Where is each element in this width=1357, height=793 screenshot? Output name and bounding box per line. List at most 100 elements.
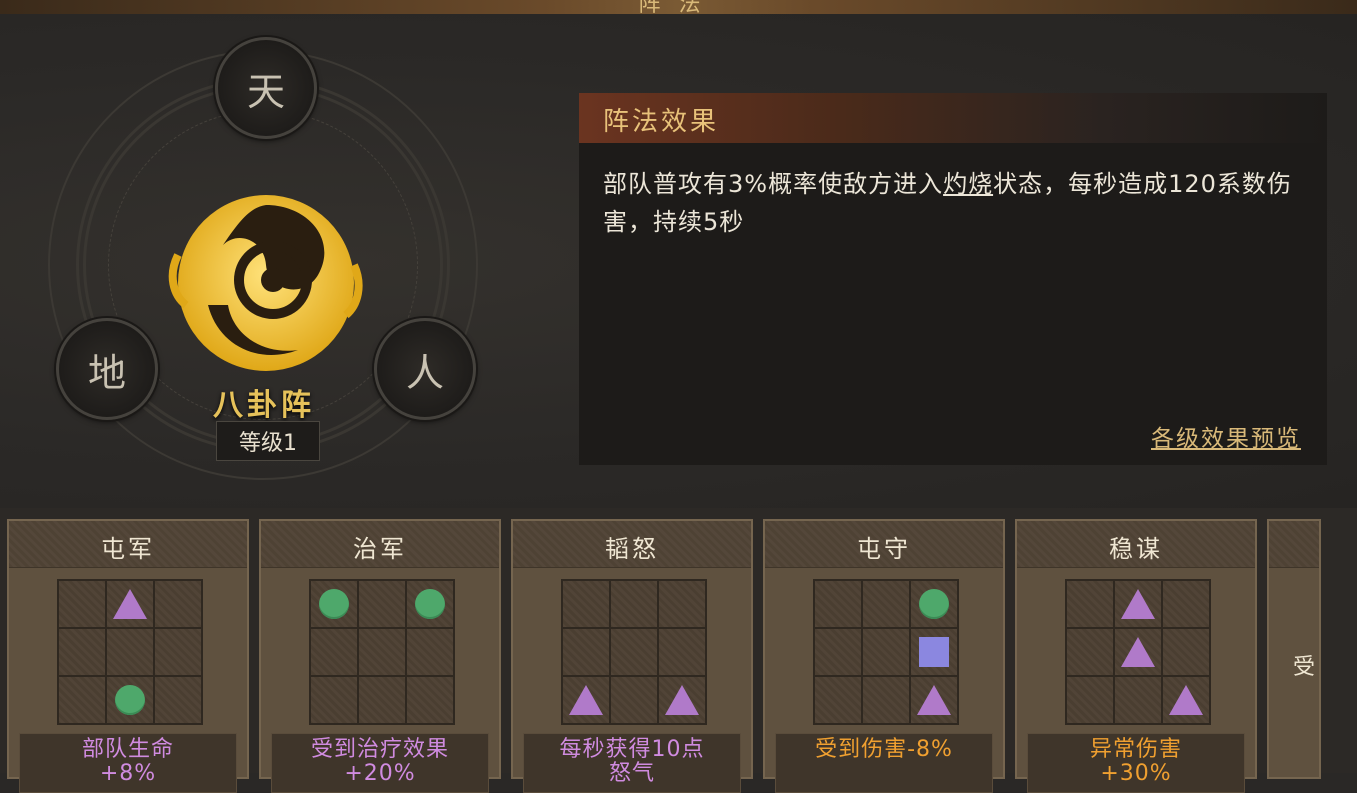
triangle-unit-icon bbox=[569, 685, 603, 715]
effect-panel: 阵法效果 部队普攻有3%概率使敌方进入灼烧状态，每秒造成120系数伤害，持续5秒… bbox=[579, 93, 1327, 465]
effect-description: 部队普攻有3%概率使敌方进入灼烧状态，每秒造成120系数伤害，持续5秒 bbox=[603, 165, 1303, 241]
grid-cell bbox=[610, 676, 658, 724]
partial-card-text: 受 bbox=[1293, 655, 1316, 680]
grid-cell bbox=[154, 676, 202, 724]
grid-cell bbox=[1162, 628, 1210, 676]
card-header: 稳谋 bbox=[1017, 521, 1255, 568]
top-title-bar: 阵法 bbox=[0, 0, 1357, 17]
triangle-unit-icon bbox=[113, 589, 147, 619]
bagua-emblem-icon bbox=[168, 195, 363, 371]
card-bonus: 受到伤害-8% bbox=[775, 733, 993, 793]
formation-card[interactable]: 屯军部队生命 +8% bbox=[7, 519, 249, 793]
burn-keyword-link[interactable]: 灼烧 bbox=[943, 170, 993, 198]
effect-header: 阵法效果 bbox=[579, 93, 1327, 143]
formation-grid bbox=[309, 579, 455, 725]
card-bonus: 部队生命 +8% bbox=[19, 733, 237, 793]
card-bonus: 每秒获得10点 怒气 bbox=[523, 733, 741, 793]
formation-card[interactable]: 稳谋异常伤害 +30% bbox=[1015, 519, 1257, 793]
grid-cell bbox=[358, 676, 406, 724]
triangle-unit-icon bbox=[1121, 589, 1155, 619]
effect-text-part1: 部队普攻有3%概率使敌方进入 bbox=[603, 170, 944, 198]
grid-cell bbox=[862, 580, 910, 628]
card-name: 屯守 bbox=[857, 535, 911, 563]
bonus-line: +30% bbox=[1100, 761, 1172, 786]
grid-cell bbox=[562, 628, 610, 676]
formation-card-partial[interactable]: 受 bbox=[1267, 519, 1321, 779]
card-name: 稳谋 bbox=[1109, 535, 1163, 563]
formation-grid bbox=[813, 579, 959, 725]
circle-unit-icon bbox=[115, 685, 145, 715]
grid-cell bbox=[154, 628, 202, 676]
grid-cell bbox=[1066, 676, 1114, 724]
grid-cell bbox=[1162, 676, 1210, 724]
grid-cell bbox=[358, 580, 406, 628]
grid-cell bbox=[1162, 580, 1210, 628]
formation-level: 等级1 bbox=[216, 421, 320, 461]
bonus-line: +20% bbox=[344, 761, 416, 786]
grid-cell bbox=[1066, 628, 1114, 676]
grid-cell bbox=[910, 580, 958, 628]
grid-cell bbox=[562, 676, 610, 724]
grid-cell bbox=[406, 676, 454, 724]
grid-cell bbox=[106, 580, 154, 628]
triangle-unit-icon bbox=[665, 685, 699, 715]
grid-cell bbox=[106, 628, 154, 676]
node-human[interactable]: 人 bbox=[374, 318, 476, 420]
grid-cell bbox=[58, 580, 106, 628]
node-earth[interactable]: 地 bbox=[56, 318, 158, 420]
grid-cell bbox=[658, 676, 706, 724]
bonus-line: 怒气 bbox=[608, 761, 655, 786]
formation-grid bbox=[57, 579, 203, 725]
node-heaven[interactable]: 天 bbox=[215, 37, 317, 139]
bonus-line: +8% bbox=[99, 761, 157, 786]
grid-cell bbox=[910, 676, 958, 724]
circle-unit-icon bbox=[919, 589, 949, 619]
level-preview-link[interactable]: 各级效果预览 bbox=[1151, 419, 1301, 453]
card-header: 治军 bbox=[261, 521, 499, 568]
triangle-unit-icon bbox=[1169, 685, 1203, 715]
card-name: 韬怒 bbox=[605, 535, 659, 563]
grid-cell bbox=[58, 628, 106, 676]
circle-unit-icon bbox=[415, 589, 445, 619]
grid-cell bbox=[310, 628, 358, 676]
grid-cell bbox=[658, 580, 706, 628]
grid-cell bbox=[1114, 628, 1162, 676]
grid-cell bbox=[310, 676, 358, 724]
grid-cell bbox=[58, 676, 106, 724]
formation-card[interactable]: 治军受到治疗效果 +20% bbox=[259, 519, 501, 793]
grid-cell bbox=[1066, 580, 1114, 628]
card-name: 治军 bbox=[353, 535, 407, 563]
bonus-line: 部队生命 bbox=[81, 737, 174, 762]
grid-cell bbox=[610, 628, 658, 676]
grid-cell bbox=[910, 628, 958, 676]
triangle-unit-icon bbox=[1121, 637, 1155, 667]
bonus-line: 受到伤害-8% bbox=[815, 737, 953, 762]
card-header bbox=[1269, 521, 1319, 568]
card-header: 屯守 bbox=[765, 521, 1003, 568]
grid-cell bbox=[814, 580, 862, 628]
grid-cell bbox=[862, 676, 910, 724]
grid-cell bbox=[358, 628, 406, 676]
formation-grid bbox=[561, 579, 707, 725]
grid-cell bbox=[814, 628, 862, 676]
grid-cell bbox=[1114, 676, 1162, 724]
card-header: 屯军 bbox=[9, 521, 247, 568]
bonus-line: 异常伤害 bbox=[1089, 737, 1182, 762]
card-name: 屯军 bbox=[101, 535, 155, 563]
circle-unit-icon bbox=[319, 589, 349, 619]
grid-cell bbox=[658, 628, 706, 676]
square-unit-icon bbox=[919, 637, 949, 667]
effect-title: 阵法效果 bbox=[603, 107, 720, 137]
formation-name: 八卦阵 bbox=[213, 388, 315, 423]
formation-cards-row: 屯军 部队生命 +8% 治军 受到治疗效果 +20% 韬怒 每秒获得10点 怒气 屯守 受到伤害-8… bbox=[0, 508, 1357, 793]
formation-card[interactable]: 屯守受到伤害-8% bbox=[763, 519, 1005, 793]
grid-cell bbox=[562, 580, 610, 628]
bonus-line: 每秒获得10点 bbox=[559, 737, 705, 762]
grid-cell bbox=[154, 580, 202, 628]
grid-cell bbox=[862, 628, 910, 676]
card-bonus: 受到治疗效果 +20% bbox=[271, 733, 489, 793]
formation-card[interactable]: 韬怒每秒获得10点 怒气 bbox=[511, 519, 753, 793]
triangle-unit-icon bbox=[917, 685, 951, 715]
grid-cell bbox=[310, 580, 358, 628]
bonus-line: 受到治疗效果 bbox=[310, 737, 449, 762]
